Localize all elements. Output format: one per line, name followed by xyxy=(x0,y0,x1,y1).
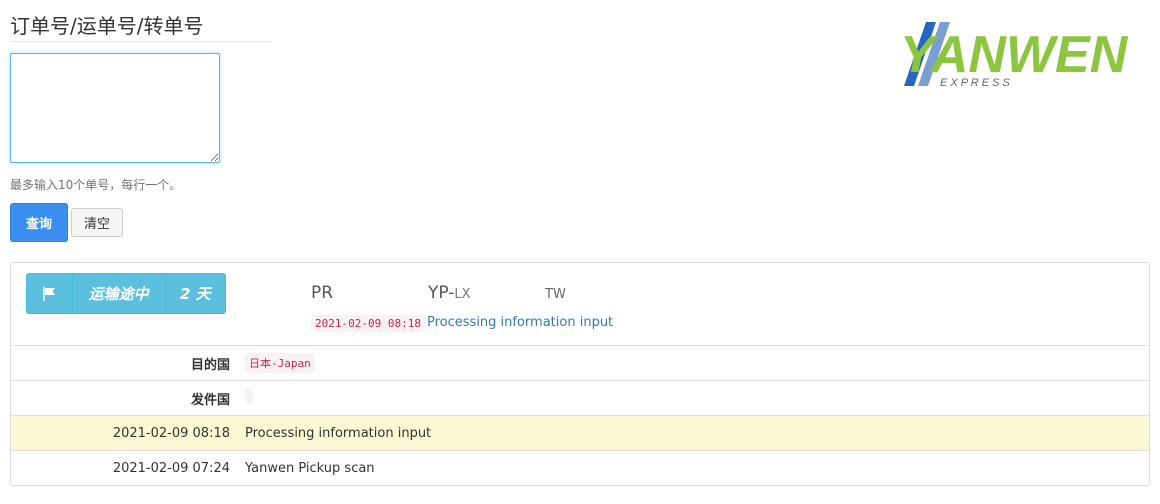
product-code-main: YP- xyxy=(428,283,455,303)
event-description: Processing information input xyxy=(245,425,432,441)
event-row: 2021-02-09 07:24 Yanwen Pickup scan xyxy=(11,450,1149,485)
yanwen-logo: YANWEN E X P R E S S xyxy=(896,16,1150,92)
help-text: 最多输入10个单号，每行一个。 xyxy=(10,178,182,192)
origin-country-value xyxy=(245,388,253,404)
tracking-result-panel: 运输途中 2 天 PR YP-LX TW 2021-02-09 08:18 Pr… xyxy=(10,262,1150,486)
event-row: 2021-02-09 08:18 Processing information … xyxy=(11,415,1149,450)
origin-country-row: 发件国 xyxy=(11,380,1149,415)
svg-text:YANWEN: YANWEN xyxy=(900,26,1129,84)
latest-event-time: 2021-02-09 08:18 xyxy=(311,315,425,332)
product-code-sub: LX xyxy=(454,287,471,302)
event-time: 2021-02-09 07:24 xyxy=(112,460,230,476)
clear-button[interactable]: 清空 xyxy=(71,208,123,237)
status-label: 运输途中 xyxy=(73,274,166,313)
destination-country-value: 日本-Japan xyxy=(245,353,315,373)
tracking-number-input[interactable] xyxy=(10,53,220,163)
svg-text:E X P R E S S: E X P R E S S xyxy=(940,77,1011,89)
status-badge: 运输途中 2 天 xyxy=(26,273,226,314)
page-title: 订单号/运单号/转单号 xyxy=(10,10,272,42)
event-time: 2021-02-09 08:18 xyxy=(112,425,230,441)
days-in-transit: 2 天 xyxy=(179,285,211,303)
latest-event-description: Processing information input xyxy=(427,315,614,330)
flag-icon xyxy=(27,274,73,313)
origin-country-label: 发件国 xyxy=(190,392,230,408)
product-code: YP-LX xyxy=(428,283,471,303)
destination-country-row: 目的国 日本-Japan xyxy=(11,345,1149,380)
query-button[interactable]: 查询 xyxy=(10,203,68,242)
origin-code: PR xyxy=(311,283,334,303)
event-description: Yanwen Pickup scan xyxy=(245,460,375,476)
destination-code: TW xyxy=(545,287,566,302)
destination-country-label: 目的国 xyxy=(190,357,230,373)
